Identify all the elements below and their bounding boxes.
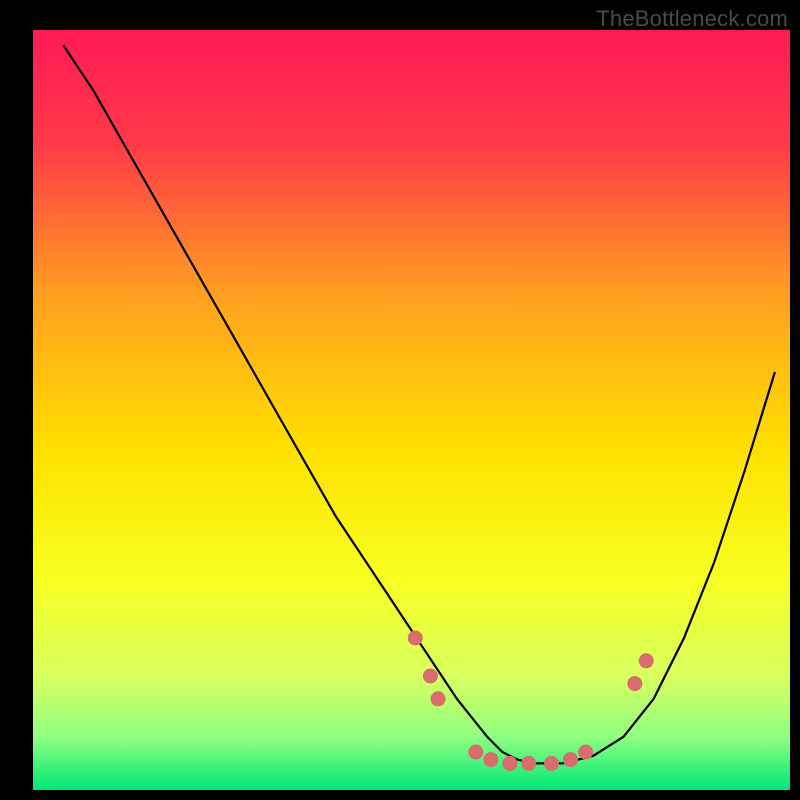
chart-container: TheBottleneck.com	[0, 0, 800, 800]
marker-point	[521, 756, 536, 771]
marker-point	[484, 752, 499, 767]
watermark-text: TheBottleneck.com	[596, 6, 788, 32]
marker-point	[578, 745, 593, 760]
chart-svg	[0, 0, 800, 800]
marker-point	[627, 676, 642, 691]
marker-point	[639, 653, 654, 668]
marker-point	[468, 745, 483, 760]
marker-point	[423, 669, 438, 684]
marker-point	[544, 756, 559, 771]
marker-point	[502, 756, 517, 771]
marker-point	[408, 631, 423, 646]
marker-point	[563, 752, 578, 767]
marker-point	[431, 691, 446, 706]
plot-background	[33, 30, 790, 790]
